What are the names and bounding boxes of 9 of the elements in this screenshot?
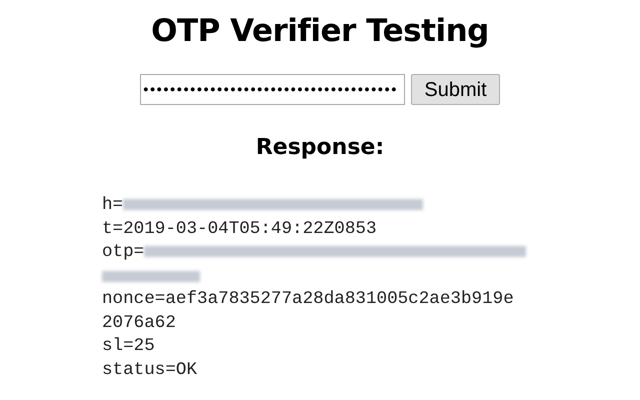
response-line: status=OK — [102, 358, 198, 382]
response-heading: Response: — [256, 134, 384, 162]
response-line: t=2019-03-04T05:49:22Z0853 — [102, 218, 378, 240]
password-field[interactable]: •••••••••••••••••••••••••••••••••••••• — [140, 74, 406, 105]
response-key: h= — [102, 195, 124, 215]
page-title: OTP Verifier Testing — [151, 12, 489, 50]
submit-button[interactable]: Submit — [411, 74, 500, 105]
response-line: sl=25 — [102, 335, 156, 358]
response-key: otp= — [102, 242, 144, 262]
